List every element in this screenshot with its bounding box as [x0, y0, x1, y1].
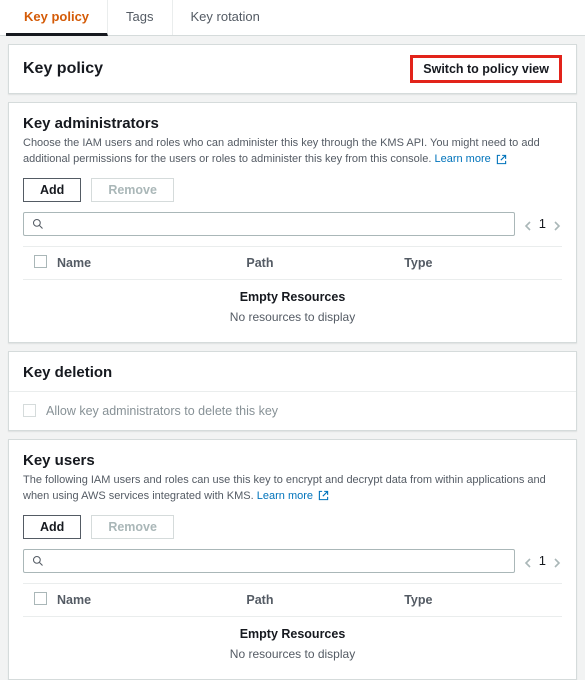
switch-to-policy-view-button[interactable]: Switch to policy view [410, 55, 562, 83]
select-all-checkbox[interactable] [34, 592, 47, 605]
empty-subtitle: No resources to display [23, 647, 562, 661]
column-name: Name [57, 256, 246, 270]
select-all-checkbox[interactable] [34, 255, 47, 268]
column-type: Type [404, 593, 562, 607]
chevron-left-icon[interactable] [523, 219, 533, 229]
tab-key-policy[interactable]: Key policy [6, 0, 108, 36]
chevron-right-icon[interactable] [552, 556, 562, 566]
add-button[interactable]: Add [23, 178, 81, 202]
search-input[interactable] [44, 217, 506, 231]
chevron-left-icon[interactable] [523, 556, 533, 566]
allow-delete-label: Allow key administrators to delete this … [46, 404, 278, 418]
external-link-icon [496, 154, 507, 165]
learn-more-link[interactable]: Learn more [257, 490, 313, 502]
empty-subtitle: No resources to display [23, 310, 562, 324]
remove-button: Remove [91, 515, 174, 539]
search-icon [32, 218, 44, 230]
key-deletion-title: Key deletion [23, 364, 562, 381]
key-deletion-panel: Key deletion Allow key administrators to… [8, 351, 577, 431]
empty-state: Empty Resources No resources to display [23, 617, 562, 665]
remove-button: Remove [91, 178, 174, 202]
pagination: 1 [523, 216, 562, 231]
column-path: Path [246, 256, 404, 270]
add-button[interactable]: Add [23, 515, 81, 539]
tab-key-rotation[interactable]: Key rotation [173, 0, 278, 35]
page-number: 1 [539, 553, 546, 568]
key-policy-header-panel: Key policy Switch to policy view [8, 44, 577, 94]
key-users-title: Key users [23, 452, 562, 469]
allow-delete-checkbox[interactable] [23, 404, 36, 417]
key-users-panel: Key users The following IAM users and ro… [8, 439, 577, 680]
empty-state: Empty Resources No resources to display [23, 280, 562, 328]
key-administrators-desc: Choose the IAM users and roles who can a… [23, 136, 562, 168]
empty-title: Empty Resources [23, 627, 562, 641]
column-name: Name [57, 593, 246, 607]
learn-more-link[interactable]: Learn more [434, 153, 490, 165]
key-administrators-panel: Key administrators Choose the IAM users … [8, 102, 577, 343]
key-policy-title: Key policy [23, 60, 103, 78]
search-input-wrapper[interactable] [23, 212, 515, 236]
column-path: Path [246, 593, 404, 607]
tab-tags[interactable]: Tags [108, 0, 172, 35]
tabs-bar: Key policy Tags Key rotation [0, 0, 585, 36]
table-header: Name Path Type [23, 583, 562, 617]
chevron-right-icon[interactable] [552, 219, 562, 229]
column-type: Type [404, 256, 562, 270]
key-administrators-title: Key administrators [23, 115, 562, 132]
empty-title: Empty Resources [23, 290, 562, 304]
search-input-wrapper[interactable] [23, 549, 515, 573]
key-users-desc: The following IAM users and roles can us… [23, 473, 562, 505]
page-number: 1 [539, 216, 546, 231]
search-input[interactable] [44, 554, 506, 568]
external-link-icon [318, 490, 329, 501]
table-header: Name Path Type [23, 246, 562, 280]
search-icon [32, 555, 44, 567]
pagination: 1 [523, 553, 562, 568]
